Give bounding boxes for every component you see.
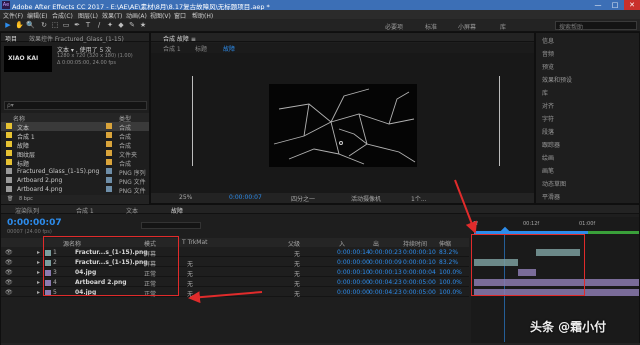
annotation-arrows xyxy=(188,179,478,304)
watermark: 头条 @霜小付 xyxy=(530,320,607,334)
